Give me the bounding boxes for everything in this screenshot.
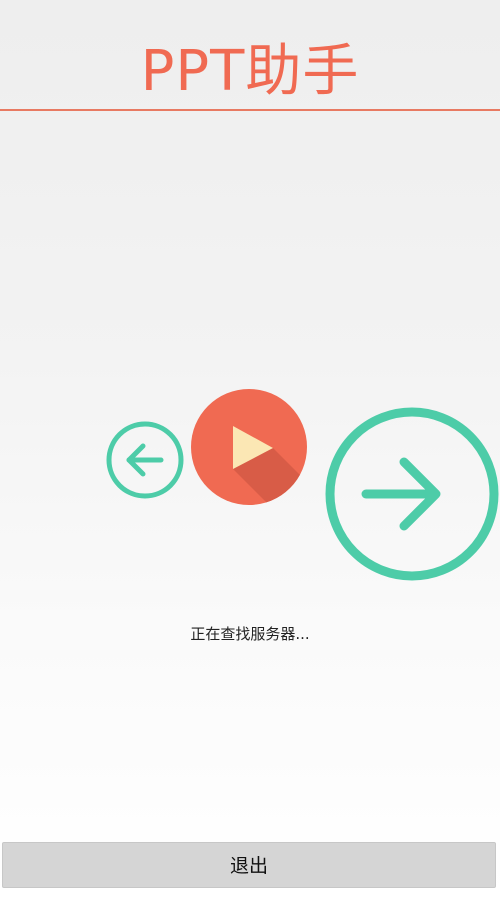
arrow-right-circle-icon[interactable] [322, 404, 500, 584]
header: PPT助手 [0, 0, 500, 111]
play-icon[interactable] [190, 388, 308, 506]
exit-button[interactable]: 退出 [2, 842, 496, 888]
arrow-left-circle-icon[interactable] [105, 420, 185, 500]
header-divider [0, 109, 500, 111]
app-title: PPT助手 [140, 39, 360, 104]
status-text: 正在查找服务器... [190, 625, 310, 643]
